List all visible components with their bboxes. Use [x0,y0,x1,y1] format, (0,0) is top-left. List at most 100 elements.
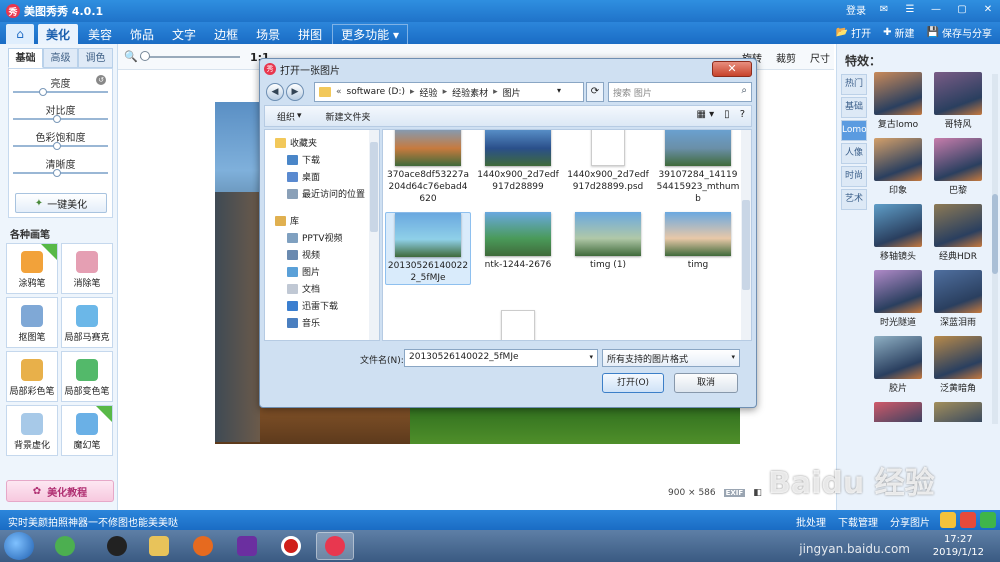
effect-tab[interactable]: 热门 [841,74,867,95]
tab-scene[interactable]: 场景 [248,24,288,44]
batch-button[interactable]: 批处理 [796,514,826,529]
tab-more-features[interactable]: 更多功能 ▾ [332,24,408,44]
taskbar-app-meitu[interactable] [316,532,354,560]
effect-item[interactable]: 复古lomo [871,72,925,130]
zoom-out-icon[interactable]: 🔍 [124,50,138,63]
help-icon[interactable]: ? [740,109,745,120]
nav-item[interactable]: 收藏夹 [265,134,379,151]
effects-scrollbar[interactable] [992,74,998,424]
brush-item[interactable]: 消除笔 [61,243,113,294]
cancel-button[interactable]: 取消 [674,373,738,393]
slider-knob[interactable] [39,88,48,96]
file-item[interactable]: ntk-1244-2676 [475,212,561,271]
filename-dropdown-icon[interactable]: ▾ [589,353,593,361]
resize-button[interactable]: 尺寸 [810,50,830,65]
taskbar-app-qq[interactable] [98,532,136,560]
forward-button[interactable]: ▶ [286,83,304,101]
nav-item[interactable]: 下载 [265,151,379,168]
brush-item[interactable]: 局部变色笔 [61,351,113,402]
taskbar-app-explorer[interactable] [140,532,178,560]
effect-tab[interactable]: Lomo [841,120,867,141]
slider-knob[interactable] [52,115,61,123]
tutorial-button[interactable]: ✿ 美化教程 [6,480,114,502]
subtab-advanced[interactable]: 高级 [43,48,78,68]
search-icon[interactable]: ⌕ [741,85,747,96]
preview-pane-icon[interactable]: ▯ [724,109,730,120]
new-button[interactable]: ✚ 新建 [883,25,914,40]
effect-tab[interactable]: 艺术 [841,189,867,210]
weibo-icon[interactable] [960,512,976,528]
nav-item[interactable]: 图片 [265,263,379,280]
nav-item[interactable]: 最近访问的位置 [265,185,379,202]
tab-border[interactable]: 边框 [206,24,246,44]
nav-item[interactable]: 文档 [265,280,379,297]
slider-knob[interactable] [52,169,61,177]
file-scrollbar[interactable] [741,130,751,340]
search-input[interactable]: 搜索 图片 ⌕ [608,82,752,102]
skin-icon[interactable]: ✉ [876,4,892,15]
effect-item[interactable]: 移轴镜头 [871,204,925,262]
file-item[interactable] [475,310,561,340]
effect-item[interactable]: 深蓝泪雨 [931,270,985,328]
effect-item[interactable]: 经典HDR [931,204,985,262]
tab-collage[interactable]: 拼图 [290,24,330,44]
maximize-button[interactable]: ▢ [954,4,970,15]
open-button[interactable]: 📂 打开 [836,25,871,40]
tab-accessories[interactable]: 饰品 [122,24,162,44]
crop-button[interactable]: 裁剪 [776,50,796,65]
nav-item[interactable]: 视频 [265,246,379,263]
brush-item[interactable]: 魔幻笔 [61,405,113,456]
address-dropdown-icon[interactable]: ▾ [557,86,561,95]
taskbar-app-video[interactable] [228,532,266,560]
organize-button[interactable]: 组织 ▾ [265,110,314,123]
back-button[interactable]: ◀ [266,83,284,101]
file-item[interactable]: 201305261400222_5fMJe [385,212,471,285]
nav-item[interactable]: 桌面 [265,168,379,185]
file-scroll-thumb[interactable] [742,200,750,290]
effect-item[interactable]: 哥特风 [931,72,985,130]
breadcrumb-sucai[interactable]: 经验素材 [452,86,488,99]
login-link[interactable]: 登录 [846,2,866,17]
file-item[interactable]: 1440x900_2d7edf917d28899 [475,130,561,193]
effect-item[interactable]: 泛黄暗角 [931,336,985,394]
effect-tab[interactable]: 基础 [841,97,867,118]
breadcrumb-drive[interactable]: software (D:) [347,87,406,97]
nav-item[interactable]: 音乐 [265,314,379,331]
effect-item[interactable]: 印象 [871,138,925,196]
effect-item[interactable]: 时光隧道 [871,270,925,328]
nav-item[interactable]: 库 [265,212,379,229]
star-icon[interactable] [940,512,956,528]
subtab-color[interactable]: 调色 [78,48,113,68]
filename-input[interactable]: 20130526140022_5fMJe ▾ [404,349,598,367]
tab-beautify[interactable]: 美化 [38,24,79,44]
brush-item[interactable]: 背景虚化 [6,405,58,456]
zoom-slider[interactable] [140,56,240,58]
new-folder-button[interactable]: 新建文件夹 [314,110,383,123]
add-icon[interactable] [980,512,996,528]
taskbar-app-1[interactable] [46,532,84,560]
nav-scroll-thumb[interactable] [370,142,378,232]
file-item[interactable]: timg (1) [565,212,651,271]
effect-item[interactable]: HDR [931,402,985,422]
start-button[interactable] [4,532,34,560]
taskbar-app-firefox[interactable] [184,532,222,560]
effect-item[interactable]: 巴黎 [931,138,985,196]
slider-knob[interactable] [52,142,61,150]
file-item[interactable]: 1440x900_2d7edf917d28899.psd [565,130,651,193]
home-icon[interactable]: ⌂ [6,24,34,44]
file-item[interactable]: 39107284_1411954415923_mthumb [655,130,741,205]
dialog-close-button[interactable]: ✕ [712,61,752,77]
view-options-icon[interactable]: ▦ ▾ [697,109,715,120]
close-button[interactable]: ✕ [980,4,996,15]
effect-item[interactable]: 反转色 [871,402,925,422]
brush-item[interactable]: 局部马赛克 [61,297,113,348]
file-item[interactable]: 370ace8df53227a204d64c76ebad4620 [385,130,471,205]
promo-text[interactable]: 实时美颜拍照神器一不修图也能美美哒 [8,514,178,529]
file-type-select[interactable]: 所有支持的图片格式 ▾ [602,349,740,367]
taskbar-app-recorder[interactable] [272,532,310,560]
brush-item[interactable]: 局部彩色笔 [6,351,58,402]
zoom-slider-knob[interactable] [140,51,150,61]
effect-tab[interactable]: 人像 [841,143,867,164]
tab-text[interactable]: 文字 [164,24,204,44]
address-bar[interactable]: « software (D:) ▸ 经验 ▸ 经验素材 ▸ 图片 ▾ [314,82,584,102]
